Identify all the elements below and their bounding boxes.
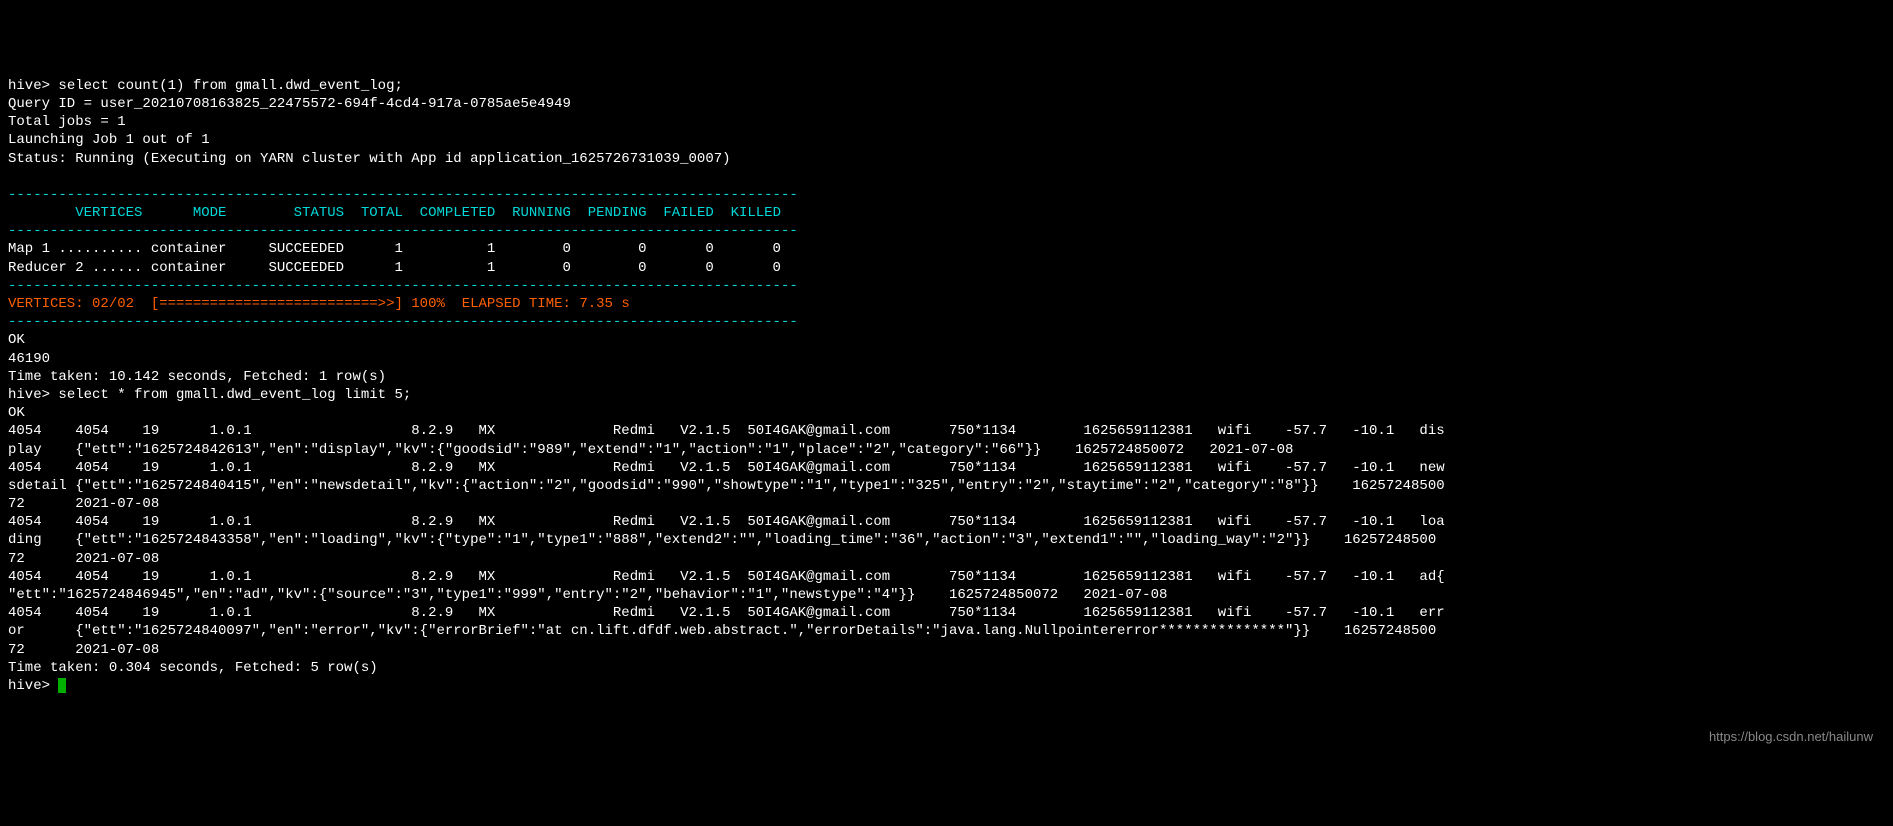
header-vertices: VERTICES <box>8 205 142 221</box>
data-row-2c: 72 2021-07-08 <box>8 496 159 512</box>
query-2: select * from gmall.dwd_event_log limit … <box>58 387 411 403</box>
watermark: https://blog.csdn.net/hailunw <box>1709 729 1873 746</box>
data-row-4b: "ett":"1625724846945","en":"ad","kv":{"s… <box>8 587 1167 603</box>
header-total: TOTAL <box>344 205 403 221</box>
total-jobs: Total jobs = 1 <box>8 114 126 130</box>
hive-prompt-2: hive> <box>8 387 58 403</box>
status-running: Status: Running (Executing on YARN clust… <box>8 151 731 167</box>
data-row-5b: or {"ett":"1625724840097","en":"error","… <box>8 623 1436 639</box>
cursor <box>58 678 66 693</box>
progress-bar: [==========================>>] 100% <box>134 296 445 312</box>
reducer-row: Reducer 2 ...... container SUCCEEDED 1 1… <box>8 260 798 276</box>
separator-4: ----------------------------------------… <box>8 314 798 330</box>
header-failed: FAILED <box>647 205 714 221</box>
launching-job: Launching Job 1 out of 1 <box>8 132 210 148</box>
data-row-3a: 4054 4054 19 1.0.1 8.2.9 MX Redmi V2.1.5… <box>8 514 1445 530</box>
data-row-4a: 4054 4054 19 1.0.1 8.2.9 MX Redmi V2.1.5… <box>8 569 1445 585</box>
data-row-3c: 72 2021-07-08 <box>8 551 159 567</box>
ok-1: OK <box>8 332 25 348</box>
map-row: Map 1 .......... container SUCCEEDED 1 1… <box>8 241 798 257</box>
data-row-2a: 4054 4054 19 1.0.1 8.2.9 MX Redmi V2.1.5… <box>8 460 1445 476</box>
header-completed: COMPLETED <box>403 205 495 221</box>
data-row-5c: 72 2021-07-08 <box>8 642 159 658</box>
progress-elapsed: ELAPSED TIME: 7.35 s <box>445 296 672 312</box>
hive-prompt-3: hive> <box>8 678 58 694</box>
data-row-1b: play {"ett":"1625724842613","en":"displa… <box>8 442 1293 458</box>
progress-vertices: VERTICES: 02/02 <box>8 296 134 312</box>
data-row-2b: sdetail {"ett":"1625724840415","en":"new… <box>8 478 1445 494</box>
header-pending: PENDING <box>571 205 647 221</box>
header-running: RUNNING <box>495 205 571 221</box>
separator-2: ----------------------------------------… <box>8 223 798 239</box>
time-taken-1: Time taken: 10.142 seconds, Fetched: 1 r… <box>8 369 386 385</box>
query-id: Query ID = user_20210708163825_22475572-… <box>8 96 571 112</box>
terminal-output[interactable]: hive> select count(1) from gmall.dwd_eve… <box>8 77 1885 695</box>
header-mode: MODE <box>142 205 226 221</box>
hive-prompt: hive> <box>8 78 58 94</box>
ok-2: OK <box>8 405 25 421</box>
data-row-1a: 4054 4054 19 1.0.1 8.2.9 MX Redmi V2.1.5… <box>8 423 1445 439</box>
query-1: select count(1) from gmall.dwd_event_log… <box>58 78 402 94</box>
data-row-3b: ding {"ett":"1625724843358","en":"loadin… <box>8 532 1436 548</box>
header-status: STATUS <box>226 205 344 221</box>
count-result: 46190 <box>8 351 50 367</box>
separator-1: ----------------------------------------… <box>8 187 798 203</box>
separator-3: ----------------------------------------… <box>8 278 798 294</box>
time-taken-2: Time taken: 0.304 seconds, Fetched: 5 ro… <box>8 660 378 676</box>
data-row-5a: 4054 4054 19 1.0.1 8.2.9 MX Redmi V2.1.5… <box>8 605 1445 621</box>
header-killed: KILLED <box>714 205 781 221</box>
